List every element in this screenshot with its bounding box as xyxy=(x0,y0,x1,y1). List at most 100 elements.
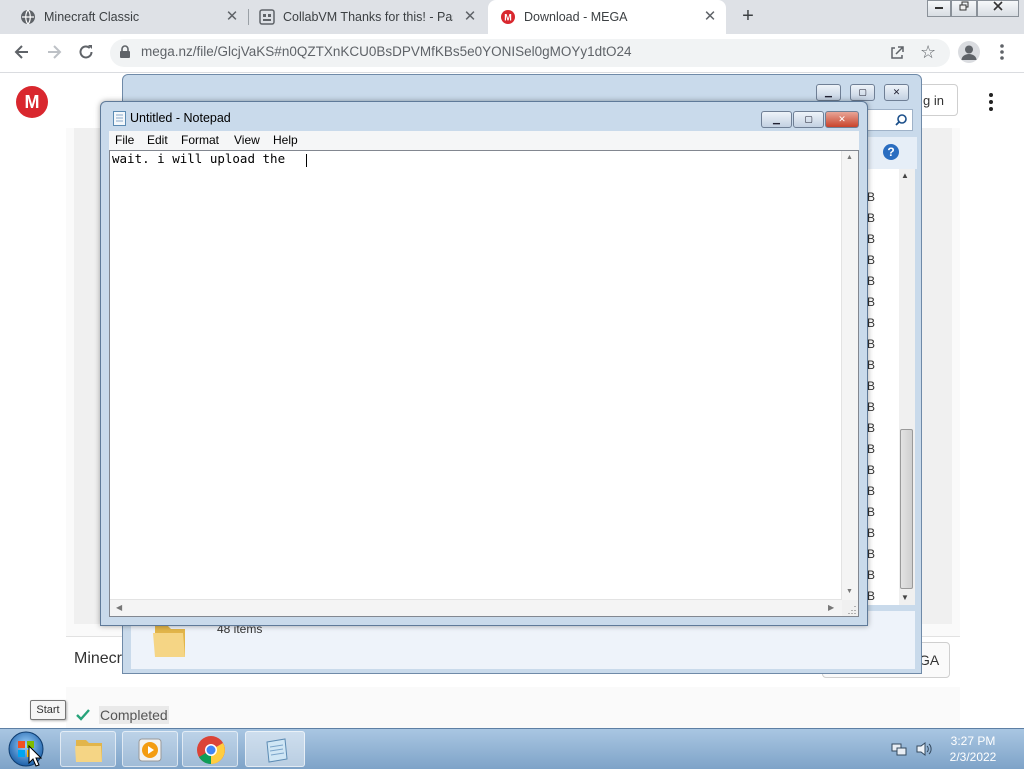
notepad-window: Untitled - Notepad ▁ ▢ ✕ File Edit Forma… xyxy=(100,101,868,626)
check-icon xyxy=(75,707,91,726)
search-icon xyxy=(895,114,907,126)
file-size-glyphs: BBBBBBBBBBBBBBBBBBBB xyxy=(867,190,875,603)
lock-icon[interactable] xyxy=(119,45,131,62)
size-glyph: B xyxy=(867,295,875,309)
size-grip-icon[interactable] xyxy=(842,600,858,616)
chrome-icon xyxy=(197,736,225,764)
size-glyph: B xyxy=(867,589,875,603)
scroll-left-arrow-icon[interactable]: ◀ xyxy=(116,603,122,612)
notepad-menubar: File Edit Format View Help xyxy=(109,131,859,150)
explorer-size-column: BBBBBBBBBBBBBBBBBBBB xyxy=(867,169,899,605)
bookmark-star-icon[interactable]: ☆ xyxy=(920,42,936,63)
scroll-right-arrow-icon[interactable]: ▶ xyxy=(828,603,834,612)
notepad-minimize-button[interactable]: ▁ xyxy=(761,111,792,128)
mouse-cursor-icon xyxy=(28,744,43,770)
explorer-minimize-button[interactable]: ▁ xyxy=(816,84,841,101)
tab-close-icon[interactable]: ✕ xyxy=(462,9,478,25)
taskbar-notepad-button[interactable] xyxy=(245,731,305,767)
media-player-icon xyxy=(138,738,162,762)
size-glyph: B xyxy=(867,190,875,204)
tab-minecraft-classic[interactable]: Minecraft Classic ✕ xyxy=(0,0,248,34)
page-menu-icon[interactable] xyxy=(983,92,999,115)
menu-format[interactable]: Format xyxy=(181,131,219,150)
taskbar-chrome-button[interactable] xyxy=(182,731,238,767)
taskbar: 3:27 PM 2/3/2022 xyxy=(0,728,1024,769)
menu-help[interactable]: Help xyxy=(273,131,298,150)
mega-logo[interactable]: M xyxy=(16,86,48,118)
paste-icon xyxy=(259,9,275,25)
size-glyph: B xyxy=(867,463,875,477)
notepad-title: Untitled - Notepad xyxy=(130,111,231,125)
text-cursor xyxy=(306,154,307,167)
notepad-app-icon xyxy=(113,111,126,129)
browser-menu-icon[interactable] xyxy=(995,43,1009,63)
notepad-content[interactable]: wait. i will upload the xyxy=(112,151,293,166)
size-glyph: B xyxy=(867,442,875,456)
size-glyph: B xyxy=(867,568,875,582)
size-glyph: B xyxy=(867,505,875,519)
menu-file[interactable]: File xyxy=(115,131,134,150)
size-glyph: B xyxy=(867,400,875,414)
volume-icon[interactable] xyxy=(915,741,933,760)
download-mega-label: GA xyxy=(919,652,940,668)
tab-title: Minecraft Classic xyxy=(44,10,140,24)
explorer-command-bar: ? xyxy=(867,137,917,169)
globe-icon xyxy=(20,9,36,25)
browser-close-button[interactable] xyxy=(977,0,1019,17)
share-icon[interactable] xyxy=(889,44,905,63)
explorer-search-box[interactable] xyxy=(867,109,913,131)
scrollbar-thumb[interactable] xyxy=(900,429,913,589)
login-label: g in xyxy=(923,93,944,108)
size-glyph: B xyxy=(867,379,875,393)
mega-favicon-icon: M xyxy=(500,9,516,25)
notepad-vertical-scrollbar[interactable]: ▲ ▼ xyxy=(841,151,858,600)
svg-text:M: M xyxy=(504,13,512,23)
notepad-maximize-button[interactable]: ▢ xyxy=(793,111,824,128)
size-glyph: B xyxy=(867,547,875,561)
forward-arrow-icon[interactable] xyxy=(44,43,64,63)
scroll-down-arrow-icon[interactable]: ▼ xyxy=(846,588,853,595)
menu-view[interactable]: View xyxy=(234,131,260,150)
taskbar-explorer-button[interactable] xyxy=(60,731,116,767)
clock-date: 2/3/2022 xyxy=(949,750,997,764)
size-glyph: B xyxy=(867,484,875,498)
profile-avatar-icon[interactable] xyxy=(958,41,980,63)
folder-name: Minecr xyxy=(74,650,123,667)
tab-collabvm-paste[interactable]: CollabVM Thanks for this! - Paste ✕ xyxy=(250,0,486,34)
size-glyph: B xyxy=(867,211,875,225)
tab-download-mega[interactable]: M Download - MEGA ✕ xyxy=(488,0,726,34)
size-glyph: B xyxy=(867,253,875,267)
reload-icon[interactable] xyxy=(76,43,96,63)
back-arrow-icon[interactable] xyxy=(12,43,32,63)
size-glyph: B xyxy=(867,526,875,540)
notepad-text-area[interactable]: wait. i will upload the ▲ ▼ ◀ ▶ xyxy=(109,150,859,617)
new-tab-button[interactable]: + xyxy=(738,6,758,26)
tab-title: Download - MEGA xyxy=(524,10,628,24)
size-glyph: B xyxy=(867,421,875,435)
network-icon[interactable] xyxy=(891,741,907,760)
size-glyph: B xyxy=(867,232,875,246)
size-glyph: B xyxy=(867,358,875,372)
menu-edit[interactable]: Edit xyxy=(147,131,168,150)
download-status: Completed xyxy=(99,706,169,724)
url-text[interactable]: mega.nz/file/GlcjVaKS#n0QZTXnKCU0BsDPVMf… xyxy=(141,44,631,59)
explorer-maximize-button[interactable]: ▢ xyxy=(850,84,875,101)
notepad-horizontal-scrollbar[interactable]: ◀ ▶ xyxy=(110,599,842,616)
help-icon[interactable]: ? xyxy=(883,144,899,160)
tab-close-icon[interactable]: ✕ xyxy=(702,9,718,25)
tab-close-icon[interactable]: ✕ xyxy=(224,9,240,25)
tab-strip: Minecraft Classic ✕ CollabVM Thanks for … xyxy=(0,0,1024,34)
taskbar-media-player-button[interactable] xyxy=(122,731,178,767)
scroll-up-arrow-icon[interactable]: ▲ xyxy=(901,171,909,180)
explorer-scrollbar[interactable]: ▲ ▼ xyxy=(899,169,915,605)
browser-minimize-button[interactable] xyxy=(927,0,951,17)
explorer-close-button[interactable]: ✕ xyxy=(884,84,909,101)
notepad-icon xyxy=(266,738,288,763)
notepad-close-button[interactable]: ✕ xyxy=(825,111,859,128)
clock-time: 3:27 PM xyxy=(950,734,996,748)
scroll-down-arrow-icon[interactable]: ▼ xyxy=(901,593,909,602)
scroll-up-arrow-icon[interactable]: ▲ xyxy=(846,154,853,161)
browser-restore-button[interactable] xyxy=(951,0,977,17)
folder-icon xyxy=(75,740,102,762)
clock[interactable]: 3:27 PM 2/3/2022 xyxy=(940,733,1006,765)
